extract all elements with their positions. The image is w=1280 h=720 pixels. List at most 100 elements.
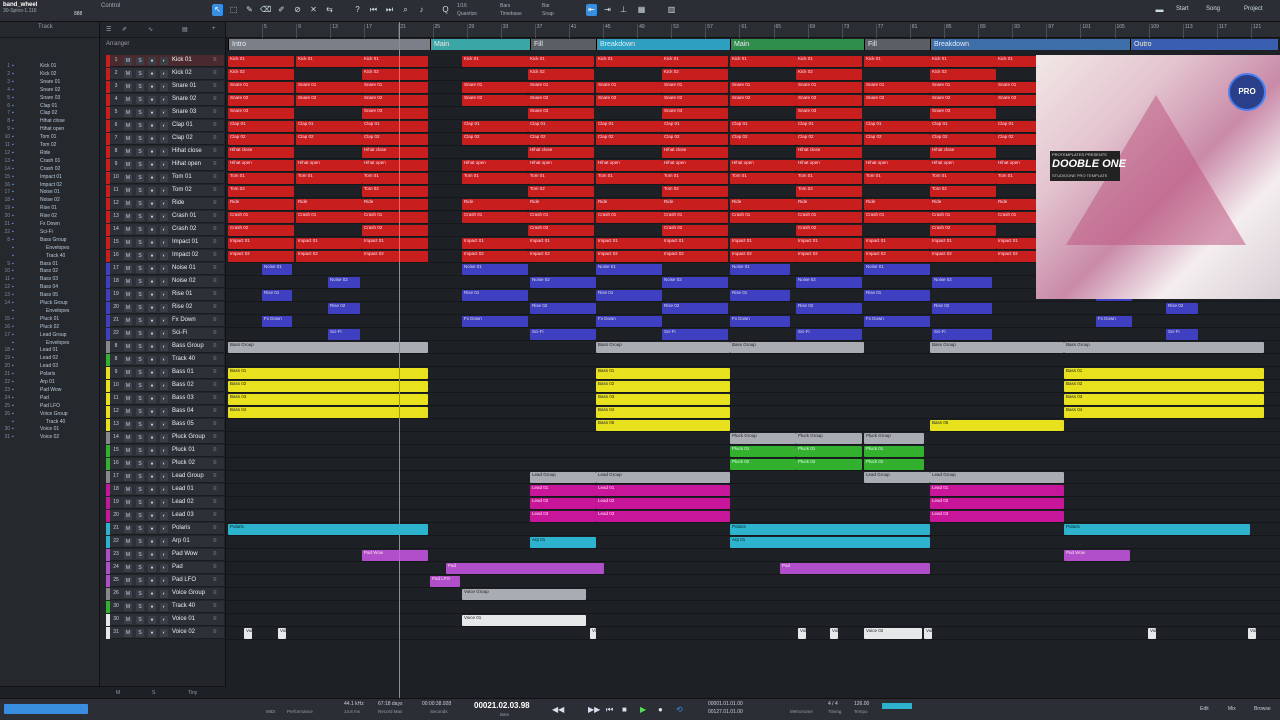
record-arm-button[interactable]: ● xyxy=(148,174,156,182)
event-clip[interactable]: Impact 01 xyxy=(528,238,594,249)
event-clip[interactable]: Pluck 01 xyxy=(796,446,862,457)
record-arm-button[interactable]: ● xyxy=(148,239,156,247)
event-clip[interactable]: Polaris xyxy=(1064,524,1250,535)
track-lane[interactable]: Fx Down Fx Down Fx Down Fx Down Fx Down Fx Do… xyxy=(226,315,1280,328)
section-marker[interactable]: Fill xyxy=(864,39,930,50)
mute-button[interactable]: M xyxy=(124,109,132,117)
event-clip[interactable]: Impact 02 xyxy=(864,251,930,262)
mute-button[interactable]: M xyxy=(124,317,132,325)
event-clip[interactable]: Tom 01 xyxy=(930,173,996,184)
footer-tiny[interactable]: Tiny xyxy=(188,690,197,696)
zoom-icon[interactable]: ⌕ xyxy=(400,4,411,16)
event-clip[interactable]: Voice 02 xyxy=(924,628,932,639)
bars-position[interactable]: 00021.02.03.98 xyxy=(474,701,530,710)
project-page-button[interactable]: Project xyxy=(1244,6,1263,12)
track-lane[interactable]: Lead 01 Lead 01 Lead 01 xyxy=(226,484,1280,497)
track-expand-icon[interactable]: ≡ xyxy=(213,525,217,531)
solo-button[interactable]: S xyxy=(136,408,144,416)
event-clip[interactable]: Voice Group xyxy=(462,589,586,600)
event-clip[interactable]: Impact 01 xyxy=(462,238,528,249)
event-clip[interactable]: Ride xyxy=(228,199,294,210)
event-clip[interactable]: Kick 01 xyxy=(528,56,594,67)
mute-button[interactable]: M xyxy=(124,499,132,507)
track-expand-icon[interactable]: ≡ xyxy=(213,57,217,63)
event-clip[interactable]: Clap 01 xyxy=(930,121,996,132)
track-expand-icon[interactable]: ≡ xyxy=(213,603,217,609)
event-clip[interactable]: Impact 01 xyxy=(228,238,294,249)
track-expand-icon[interactable]: ≡ xyxy=(213,434,217,440)
ripple-icon[interactable]: ⇥ xyxy=(602,4,613,16)
monitor-button[interactable]: ◐ xyxy=(160,616,168,624)
event-clip[interactable]: Crash 01 xyxy=(296,212,362,223)
event-clip[interactable]: Impact 01 xyxy=(662,238,728,249)
mute-button[interactable]: M xyxy=(124,70,132,78)
loop-end[interactable]: 00127.01.01.00 xyxy=(708,709,743,715)
record-arm-button[interactable]: ● xyxy=(148,551,156,559)
event-clip[interactable]: Pluck Group xyxy=(864,433,924,444)
track-list-item[interactable]: 4 ▪ Snare 02 xyxy=(0,86,100,94)
playhead-line[interactable] xyxy=(399,22,400,698)
solo-button[interactable]: S xyxy=(136,252,144,260)
track-list-item[interactable]: 12 ▪ Bass 04 xyxy=(0,283,100,291)
mute-button[interactable]: M xyxy=(124,538,132,546)
event-clip[interactable]: Lead 02 xyxy=(596,498,730,509)
solo-button[interactable]: S xyxy=(136,564,144,572)
event-clip[interactable]: Pad LFO xyxy=(430,576,460,587)
event-clip[interactable]: Bass 01 xyxy=(596,368,730,379)
record-arm-button[interactable]: ● xyxy=(148,343,156,351)
track-expand-icon[interactable]: ≡ xyxy=(213,564,217,570)
event-clip[interactable]: Rise 01 xyxy=(462,290,528,301)
track-expand-icon[interactable]: ≡ xyxy=(213,291,217,297)
event-clip[interactable]: Rise 02 xyxy=(328,303,360,314)
track-header[interactable]: 30 M S ● ◐ Track 40 ≡ xyxy=(106,601,224,613)
track-expand-icon[interactable]: ≡ xyxy=(213,265,217,271)
event-clip[interactable]: Kick 02 xyxy=(930,69,996,80)
record-arm-button[interactable]: ● xyxy=(148,408,156,416)
monitor-button[interactable]: ◐ xyxy=(160,408,168,416)
event-clip[interactable]: Impact 02 xyxy=(596,251,662,262)
track-expand-icon[interactable]: ≡ xyxy=(213,96,217,102)
track-list-item[interactable]: 18 ▪ Noise 02 xyxy=(0,196,100,204)
event-clip[interactable]: Snare 02 xyxy=(796,95,862,106)
add-track-icon[interactable]: + xyxy=(212,26,216,32)
track-lane[interactable]: Voice 01 xyxy=(226,614,1280,627)
event-clip[interactable]: Snare 01 xyxy=(296,82,362,93)
event-clip[interactable]: Noise 01 xyxy=(462,264,528,275)
skip-back-icon[interactable]: ⏮ xyxy=(368,4,379,16)
quantize-value[interactable]: 1/16 xyxy=(457,3,467,9)
track-list-item[interactable]: 20 ▪ Lead 03 xyxy=(0,362,100,370)
event-clip[interactable]: Snare 03 xyxy=(796,108,862,119)
mute-button[interactable]: M xyxy=(124,603,132,611)
mix-button[interactable]: Mix xyxy=(1228,706,1236,712)
event-clip[interactable]: Snare 01 xyxy=(662,82,728,93)
event-clip[interactable]: Snare 03 xyxy=(930,108,996,119)
track-header[interactable]: 14 M S ● ◐ Crash 02 ≡ xyxy=(106,224,224,236)
section-marker[interactable]: Breakdown xyxy=(930,39,1130,50)
event-clip[interactable]: Hihat open xyxy=(864,160,930,171)
record-arm-button[interactable]: ● xyxy=(148,356,156,364)
event-clip[interactable]: Bass 01 xyxy=(228,368,428,379)
solo-button[interactable]: S xyxy=(136,187,144,195)
track-list-item[interactable]: 13 ▪ Bass 05 xyxy=(0,291,100,299)
record-arm-button[interactable]: ● xyxy=(148,525,156,533)
solo-button[interactable]: S xyxy=(136,629,144,637)
section-marker[interactable]: Breakdown xyxy=(596,39,730,50)
event-clip[interactable]: Hihat open xyxy=(362,160,428,171)
monitor-button[interactable]: ◐ xyxy=(160,525,168,533)
record-arm-button[interactable]: ● xyxy=(148,486,156,494)
mute-button[interactable]: M xyxy=(124,187,132,195)
track-header[interactable]: 31 M S ● ◐ Voice 02 ≡ xyxy=(106,627,224,639)
event-clip[interactable]: Fx Down xyxy=(1096,316,1132,327)
event-clip[interactable]: Noise 02 xyxy=(796,277,862,288)
record-arm-button[interactable]: ● xyxy=(148,291,156,299)
mute-button[interactable]: M xyxy=(124,369,132,377)
wrench-icon[interactable]: ✐ xyxy=(122,26,127,33)
track-lane[interactable]: Bass 05 Bass 05 xyxy=(226,419,1280,432)
track-list-item[interactable]: 8 ▪ Bass Group xyxy=(0,236,100,244)
track-header[interactable]: 6 M S ● ◐ Clap 01 ≡ xyxy=(106,120,224,132)
forward-icon[interactable]: ▶▶ xyxy=(588,705,600,714)
event-clip[interactable]: Tom 02 xyxy=(528,186,594,197)
event-clip[interactable]: Snare 02 xyxy=(864,95,930,106)
event-clip[interactable]: Clap 01 xyxy=(864,121,930,132)
event-clip[interactable]: Crash 01 xyxy=(362,212,428,223)
